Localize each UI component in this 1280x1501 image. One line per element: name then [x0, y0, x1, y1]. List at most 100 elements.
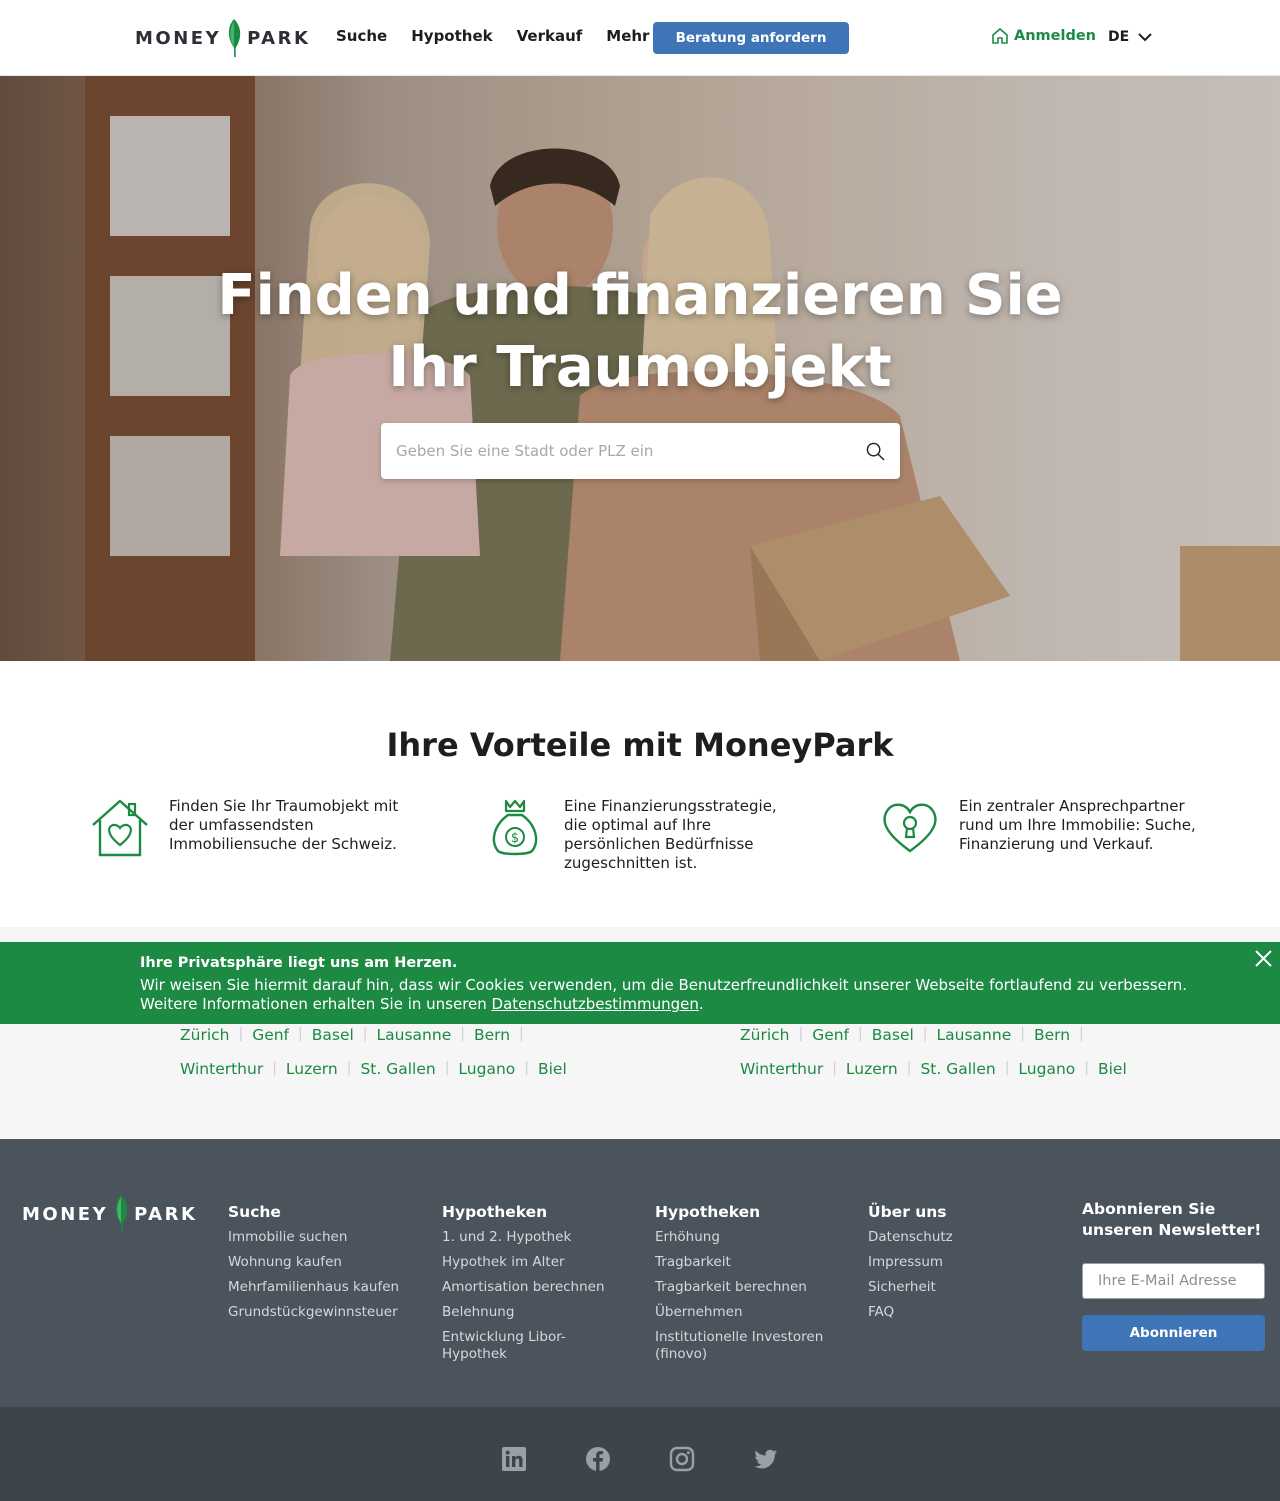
footer-link[interactable]: Tragbarkeit — [655, 1254, 830, 1271]
footer-link[interactable]: Belehnung — [442, 1304, 617, 1321]
advantages-title: Ihre Vorteile mit MoneyPark — [386, 726, 894, 764]
city-link[interactable]: Lugano — [458, 1060, 515, 1078]
heart-keyhole-icon — [883, 803, 937, 853]
logo-text-money: MONEY — [135, 27, 222, 49]
city-link[interactable]: Luzern — [286, 1060, 338, 1078]
city-link[interactable]: Zürich — [740, 1026, 789, 1044]
city-link[interactable]: Basel — [872, 1026, 914, 1044]
cookie-banner: Ihre Privatsphäre liegt uns am Herzen. W… — [0, 942, 1280, 1024]
privacy-policy-link[interactable]: Datenschutzbestimmungen — [492, 995, 699, 1013]
leaf-icon — [115, 1195, 128, 1234]
location-search — [381, 423, 900, 479]
login-link[interactable]: Anmelden — [991, 27, 1096, 45]
city-link[interactable]: Winterthur — [180, 1060, 263, 1078]
logo-text-park: PARK — [134, 1203, 198, 1225]
city-link[interactable]: Zürich — [180, 1026, 229, 1044]
city-link[interactable]: Biel — [538, 1060, 567, 1078]
city-link[interactable]: Biel — [1098, 1060, 1127, 1078]
city-link[interactable]: Genf — [812, 1026, 849, 1044]
advantage-item: Ein zentraler Ansprechpartner rund um Ih… — [879, 797, 1199, 859]
hero: Finden und finanzieren Sie Ihr Traumobje… — [0, 76, 1280, 661]
nav-hypothek[interactable]: Hypothek — [411, 27, 492, 45]
footer-link[interactable]: Amortisation berechnen — [442, 1279, 617, 1296]
cookie-text-suffix: . — [698, 995, 704, 1013]
footer-link[interactable]: Datenschutz — [868, 1229, 1043, 1246]
footer-column-ueber-uns: Über uns Datenschutz Impressum Sicherhei… — [868, 1203, 1043, 1329]
close-icon[interactable] — [1255, 950, 1272, 967]
footer-link[interactable]: FAQ — [868, 1304, 1043, 1321]
city-link[interactable]: Genf — [252, 1026, 289, 1044]
footer-link[interactable]: Impressum — [868, 1254, 1043, 1271]
site-header: MONEY PARK Suche Hypothek Verkauf Mehr B… — [0, 0, 1280, 76]
footer-column-title: Hypotheken — [442, 1203, 548, 1221]
search-icon[interactable] — [866, 442, 885, 461]
facebook-icon[interactable] — [585, 1446, 611, 1472]
footer-column-title: Suche — [228, 1203, 281, 1221]
cookie-text-prefix: Weitere Informationen erhalten Sie in un… — [140, 995, 492, 1013]
footer-link[interactable]: Entwicklung Libor-Hypothek — [442, 1329, 617, 1363]
hero-title: Finden und finanzieren Sie Ihr Traumobje… — [140, 260, 1140, 404]
newsletter-form: Abonnieren Sie unseren Newsletter! Abonn… — [1082, 1199, 1265, 1351]
newsletter-email-input[interactable] — [1082, 1263, 1265, 1299]
footer-link[interactable]: Erhöhung — [655, 1229, 830, 1246]
footer-logo[interactable]: MONEY PARK — [22, 1193, 197, 1235]
cookie-title: Ihre Privatsphäre liegt uns am Herzen. — [140, 955, 458, 971]
footer-link[interactable]: Institutionelle Investoren (finovo) — [655, 1329, 830, 1363]
language-current: DE — [1108, 29, 1130, 45]
advantage-item: Finden Sie Ihr Traumobjekt mit der umfas… — [89, 797, 409, 859]
linkedin-icon[interactable] — [501, 1446, 527, 1472]
hero-title-line2: Ihr Traumobjekt — [388, 335, 892, 400]
footer-link[interactable]: Übernehmen — [655, 1304, 830, 1321]
advantage-text: Eine Finanzierungsstrategie, die optimal… — [564, 797, 777, 872]
language-select[interactable]: DE — [1108, 29, 1153, 45]
nav-suche[interactable]: Suche — [336, 27, 387, 45]
footer-link[interactable]: Mehrfamilienhaus kaufen — [228, 1279, 403, 1296]
footer-column-hypotheken-2: Hypotheken Erhöhung Tragbarkeit Tragbark… — [655, 1203, 830, 1371]
city-link[interactable]: Basel — [312, 1026, 354, 1044]
city-list-left-row1: Zürich | Genf | Basel | Lausanne | Bern | — [180, 1026, 524, 1044]
main-nav: Suche Hypothek Verkauf Mehr — [336, 27, 673, 45]
hero-title-line1: Finden und finanzieren Sie — [217, 263, 1063, 328]
footer-link[interactable]: Grundstückgewinnsteuer — [228, 1304, 403, 1321]
chevron-down-icon — [1138, 33, 1152, 42]
moneypark-logo[interactable]: MONEY PARK — [135, 16, 310, 60]
city-list-left-row2: Winterthur | Luzern | St. Gallen | Lugano | … — [180, 1060, 567, 1078]
svg-text:$: $ — [511, 831, 519, 846]
footer-link[interactable]: Immobilie suchen — [228, 1229, 403, 1246]
twitter-icon[interactable] — [753, 1446, 779, 1472]
advantage-text: Ein zentraler Ansprechpartner rund um Ih… — [959, 797, 1196, 853]
search-input[interactable] — [396, 423, 856, 479]
city-link[interactable]: Winterthur — [740, 1060, 823, 1078]
city-link[interactable]: Lugano — [1018, 1060, 1075, 1078]
home-icon — [992, 28, 1008, 44]
footer-column-hypotheken-1: Hypotheken 1. und 2. Hypothek Hypothek i… — [442, 1203, 617, 1371]
city-link[interactable]: St. Gallen — [920, 1060, 995, 1078]
footer-link[interactable]: Tragbarkeit berechnen — [655, 1279, 830, 1296]
footer-column-title: Über uns — [868, 1203, 947, 1221]
city-link[interactable]: Lausanne — [377, 1026, 452, 1044]
footer-column-suche: Suche Immobilie suchen Wohnung kaufen Me… — [228, 1203, 403, 1329]
nav-mehr[interactable]: Mehr — [606, 27, 649, 45]
leaf-icon — [228, 19, 241, 58]
city-link[interactable]: Bern — [474, 1026, 510, 1044]
city-link[interactable]: Luzern — [846, 1060, 898, 1078]
city-link[interactable]: Bern — [1034, 1026, 1070, 1044]
footer-link[interactable]: Wohnung kaufen — [228, 1254, 403, 1271]
nav-verkauf[interactable]: Verkauf — [517, 27, 583, 45]
advantage-item: $ Eine Finanzierungsstrategie, die optim… — [484, 797, 804, 873]
city-list-right-row1: Zürich | Genf | Basel | Lausanne | Bern | — [740, 1026, 1084, 1044]
footer-link[interactable]: 1. und 2. Hypothek — [442, 1229, 617, 1246]
city-link[interactable]: Lausanne — [937, 1026, 1012, 1044]
footer-link[interactable]: Hypothek im Alter — [442, 1254, 617, 1271]
money-bag-icon: $ — [492, 799, 538, 856]
logo-text-park: PARK — [247, 27, 311, 49]
beratung-anfordern-button[interactable]: Beratung anfordern — [653, 22, 849, 54]
logo-text-money: MONEY — [22, 1203, 109, 1225]
site-footer: MONEY PARK Suche Immobilie suchen Wohnun… — [0, 1139, 1280, 1407]
subscribe-button[interactable]: Abonnieren — [1082, 1315, 1265, 1351]
city-link[interactable]: St. Gallen — [360, 1060, 435, 1078]
cookie-text-more: Weitere Informationen erhalten Sie in un… — [140, 995, 704, 1013]
footer-link[interactable]: Sicherheit — [868, 1279, 1043, 1296]
instagram-icon[interactable] — [669, 1446, 695, 1472]
house-heart-icon — [92, 799, 148, 857]
